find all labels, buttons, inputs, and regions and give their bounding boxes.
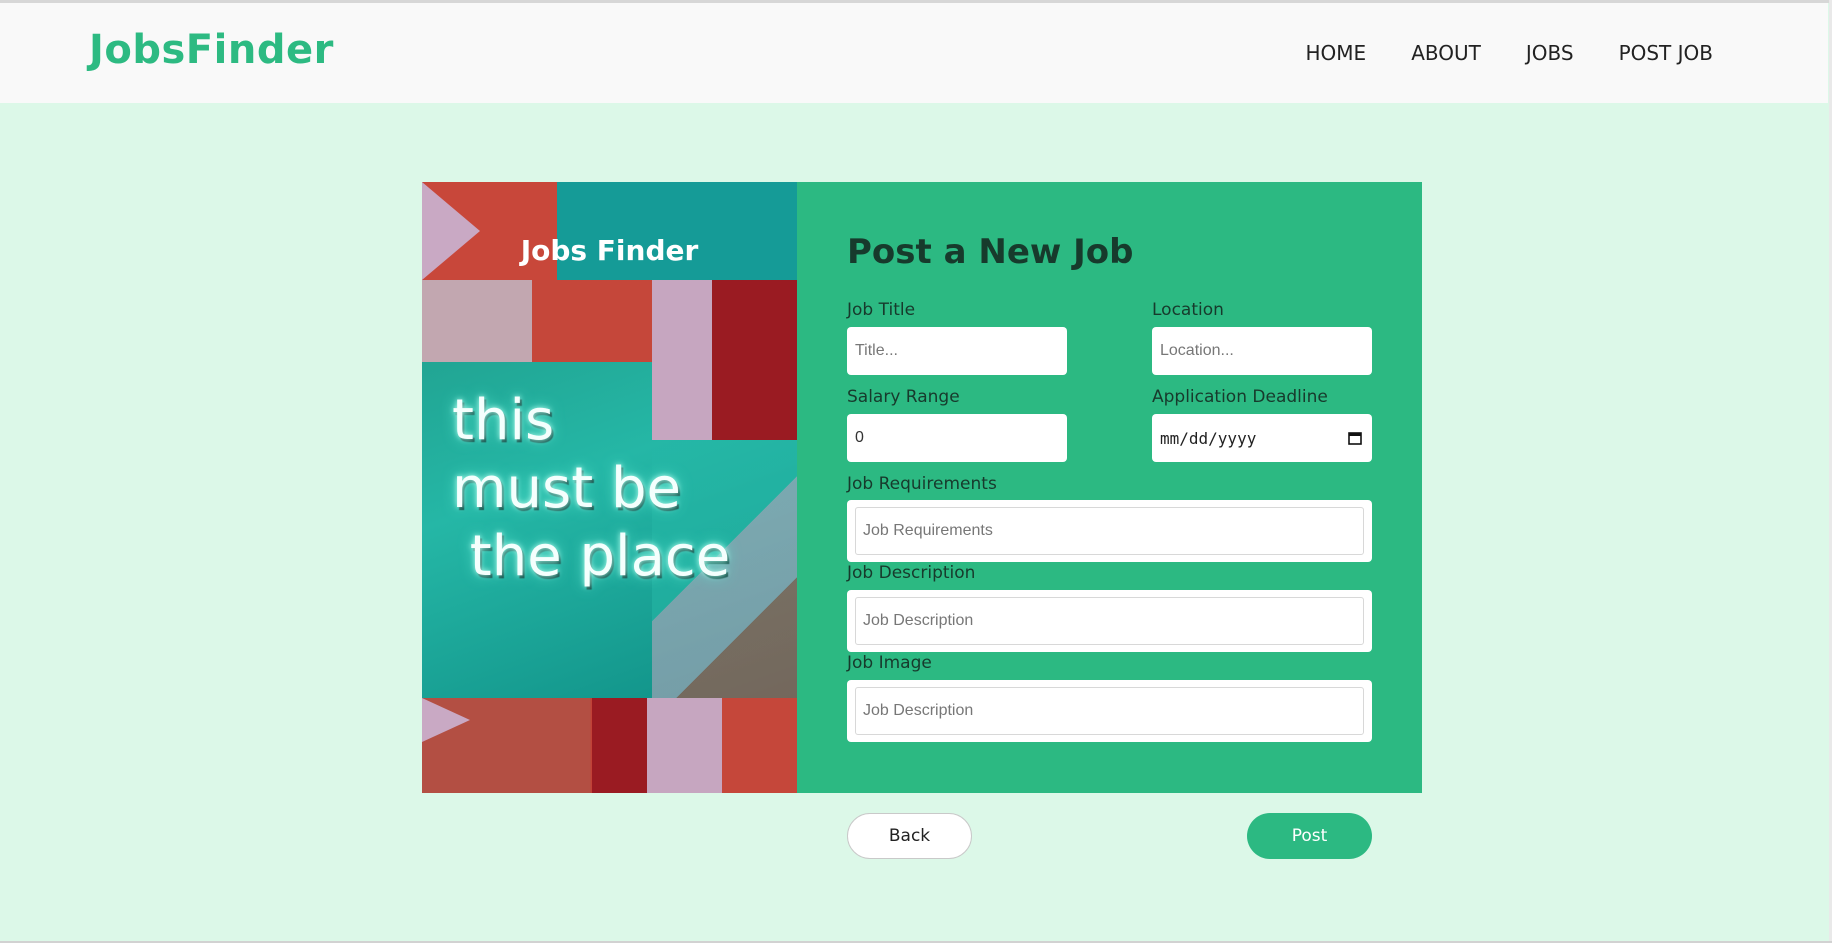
salary-range-label: Salary Range [847,387,960,407]
description-field-box [847,590,1372,652]
description-label: Job Description [847,563,976,583]
location-label: Location [1152,300,1224,320]
neon-sign-text: this must be the place [452,388,731,589]
location-input[interactable] [1152,327,1372,375]
poster-bottom-band [422,698,797,793]
nav-post-job[interactable]: POST JOB [1619,41,1713,65]
job-image-label: Job Image [847,653,932,673]
requirements-field-box [847,500,1372,562]
deadline-input[interactable]: mm/dd/yyyy [1152,414,1372,462]
main-nav: HOME ABOUT JOBS POST JOB [1306,41,1714,65]
job-image-field-box [847,680,1372,742]
site-header: JobsFinder HOME ABOUT JOBS POST JOB [0,3,1828,103]
poster-title: Jobs Finder [520,234,699,267]
post-job-form: Post a New Job Job Title Location Salary… [797,182,1422,793]
post-button[interactable]: Post [1247,813,1372,859]
description-input[interactable] [855,597,1364,645]
nav-jobs[interactable]: JOBS [1526,41,1574,65]
job-title-input[interactable] [847,327,1067,375]
poster-image: Jobs Finder this must be the place [422,182,797,793]
job-title-label: Job Title [847,300,916,320]
post-job-card: Jobs Finder this must be the place Post … [422,182,1422,793]
back-button[interactable]: Back [847,813,972,859]
requirements-input[interactable] [855,507,1364,555]
requirements-label: Job Requirements [847,474,997,494]
nav-home[interactable]: HOME [1306,41,1367,65]
calendar-icon[interactable] [1348,430,1362,445]
job-image-input[interactable] [855,687,1364,735]
salary-range-input[interactable] [847,414,1067,462]
form-title: Post a New Job [847,232,1134,272]
nav-about[interactable]: ABOUT [1411,41,1481,65]
deadline-value: mm/dd/yyyy [1160,428,1257,448]
deadline-label: Application Deadline [1152,387,1328,407]
brand-logo[interactable]: JobsFinder [89,27,334,73]
